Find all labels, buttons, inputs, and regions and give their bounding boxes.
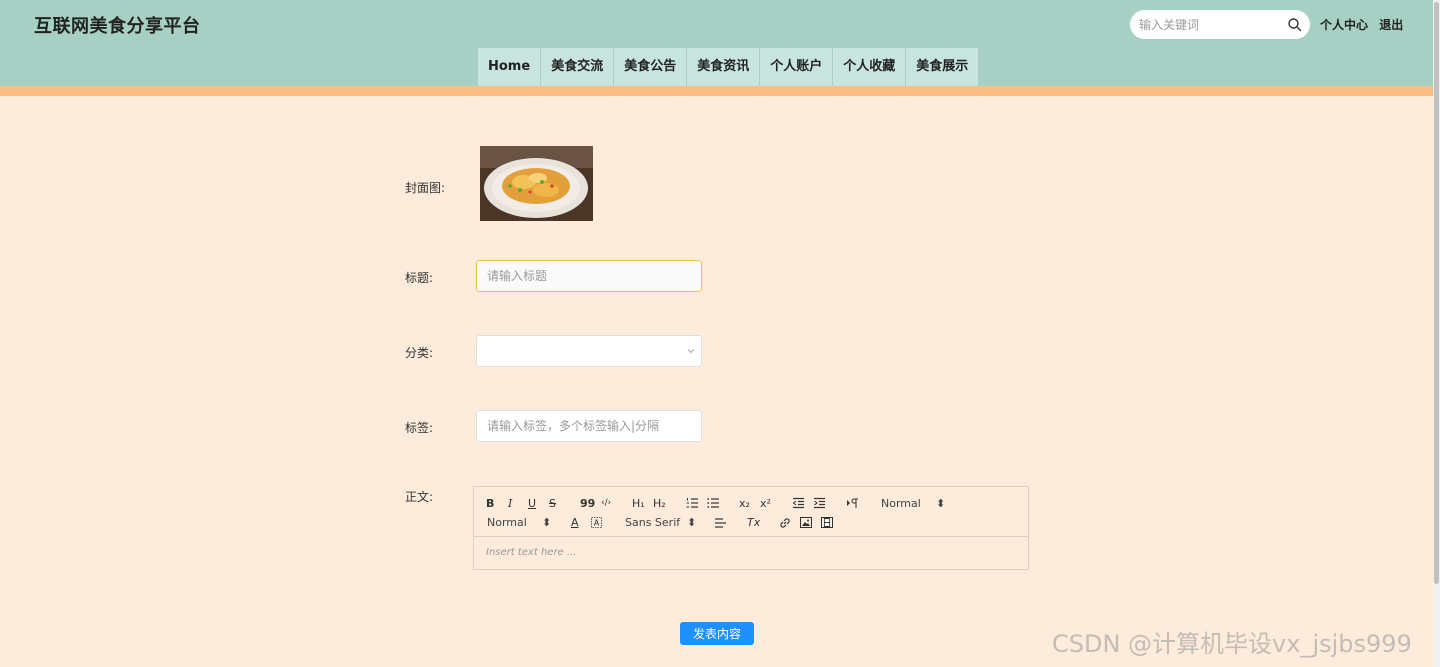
italic-button[interactable]: I bbox=[508, 497, 512, 510]
size-picker[interactable]: Normal bbox=[487, 516, 527, 529]
scrollbar-thumb[interactable] bbox=[1434, 2, 1439, 584]
blockquote-button[interactable]: 99 bbox=[580, 497, 595, 510]
font-picker[interactable]: Sans Serif bbox=[625, 516, 680, 529]
content-label: 正文: bbox=[405, 490, 434, 504]
svg-text:A: A bbox=[594, 519, 600, 528]
header1-button[interactable]: H₁ bbox=[632, 497, 645, 510]
chevron-down-icon bbox=[687, 349, 695, 354]
align-icon[interactable] bbox=[714, 517, 727, 529]
watermark: CSDN @计算机毕设vx_jsjbs999 bbox=[1052, 630, 1412, 658]
nav-item-food-notice[interactable]: 美食公告 bbox=[614, 48, 688, 86]
category-select[interactable] bbox=[476, 335, 702, 367]
bold-button[interactable]: B bbox=[486, 497, 494, 510]
profile-link[interactable]: 个人中心 bbox=[1320, 18, 1368, 32]
title-input[interactable] bbox=[476, 260, 702, 292]
image-icon[interactable] bbox=[800, 517, 812, 528]
strike-button[interactable]: S bbox=[549, 497, 556, 510]
category-label: 分类: bbox=[405, 346, 434, 360]
cover-image[interactable] bbox=[480, 146, 593, 221]
link-icon[interactable] bbox=[779, 517, 791, 529]
cover-label: 封面图: bbox=[405, 181, 446, 195]
size-picker-arrows-icon: ⬍ bbox=[542, 516, 552, 529]
background-color-icon[interactable]: A bbox=[591, 517, 602, 528]
editor-content-area[interactable]: Insert text here ... bbox=[486, 547, 576, 558]
header-picker-arrows-icon: ⬍ bbox=[936, 497, 946, 510]
nav-item-account[interactable]: 个人账户 bbox=[760, 48, 834, 86]
rich-text-editor: B I U S 99 ‹/› H₁ H₂ x₂ x² Normal ⬍ Norm… bbox=[473, 486, 1029, 570]
title-label: 标题: bbox=[405, 271, 434, 285]
clean-format-button[interactable]: Tx bbox=[747, 516, 760, 529]
top-links: 个人中心 退出 bbox=[1320, 16, 1410, 33]
code-block-button[interactable]: ‹/› bbox=[601, 497, 611, 510]
underline-button[interactable]: U bbox=[528, 497, 536, 510]
site-title: 互联网美食分享平台 bbox=[34, 16, 201, 37]
publish-button[interactable]: 发表内容 bbox=[680, 622, 754, 645]
search-box bbox=[1130, 10, 1310, 39]
scrollbar[interactable] bbox=[1433, 0, 1440, 667]
video-icon[interactable] bbox=[821, 517, 833, 528]
subscript-button[interactable]: x₂ bbox=[739, 497, 750, 510]
outdent-icon[interactable] bbox=[792, 497, 805, 509]
editor-toolbar: B I U S 99 ‹/› H₁ H₂ x₂ x² Normal ⬍ Norm… bbox=[474, 487, 1028, 537]
text-direction-icon[interactable] bbox=[846, 497, 859, 509]
bullet-list-icon[interactable] bbox=[707, 497, 720, 509]
tags-input[interactable] bbox=[476, 410, 702, 442]
nav-item-food-news[interactable]: 美食资讯 bbox=[687, 48, 761, 86]
ordered-list-icon[interactable] bbox=[686, 497, 699, 509]
nav-item-favorites[interactable]: 个人收藏 bbox=[833, 48, 907, 86]
nav-item-home[interactable]: Home bbox=[478, 48, 542, 86]
header2-button[interactable]: H₂ bbox=[653, 497, 666, 510]
indent-icon[interactable] bbox=[813, 497, 826, 509]
font-color-button[interactable]: A bbox=[571, 516, 579, 529]
header-stripe bbox=[0, 86, 1440, 96]
font-picker-arrows-icon: ⬍ bbox=[687, 516, 697, 529]
superscript-button[interactable]: x² bbox=[760, 497, 771, 510]
tags-label: 标签: bbox=[405, 421, 434, 435]
search-input[interactable] bbox=[1139, 10, 1284, 39]
logout-link[interactable]: 退出 bbox=[1379, 18, 1403, 32]
nav-item-food-exchange[interactable]: 美食交流 bbox=[541, 48, 615, 86]
main-nav: Home 美食交流 美食公告 美食资讯 个人账户 个人收藏 美食展示 bbox=[478, 48, 979, 86]
search-icon[interactable] bbox=[1287, 17, 1303, 33]
nav-item-food-showcase[interactable]: 美食展示 bbox=[906, 48, 979, 86]
header-picker[interactable]: Normal bbox=[881, 497, 921, 510]
